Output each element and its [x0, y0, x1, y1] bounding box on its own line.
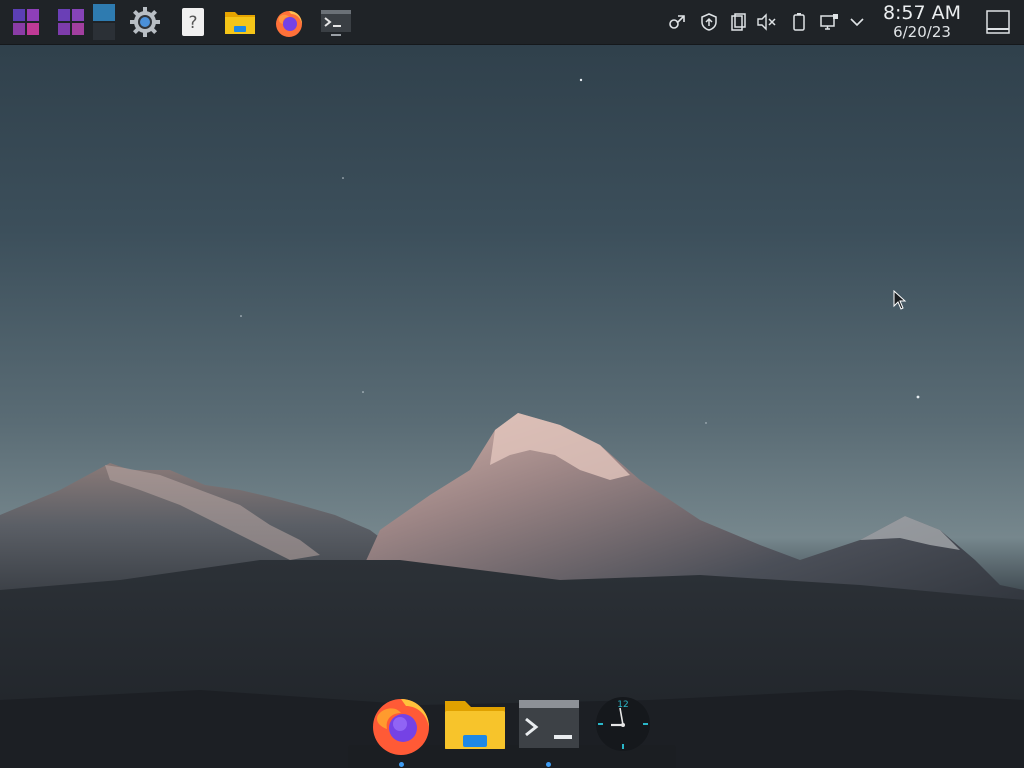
application-launcher-button[interactable] [8, 4, 44, 40]
file-manager-button[interactable] [222, 4, 258, 40]
desktop-wallpaper [0, 0, 1024, 768]
virtual-desktop-pager-icon [93, 4, 115, 40]
firefox-icon [373, 699, 429, 755]
dock-item-firefox[interactable] [369, 692, 433, 756]
show-desktop-button[interactable] [980, 4, 1016, 40]
terminal-button[interactable] [318, 4, 354, 40]
firefox-button[interactable] [271, 4, 307, 40]
update-notifier-icon [701, 13, 717, 31]
network-tray[interactable] [818, 11, 840, 33]
terminal-icon [321, 10, 351, 36]
clock-time: 8:57 AM [882, 2, 962, 24]
digital-clock[interactable]: 8:57 AM 6/20/23 [872, 2, 972, 42]
dock-running-indicator-firefox [399, 762, 404, 767]
virtual-desktop-pager[interactable] [88, 2, 120, 42]
volume-tray[interactable] [756, 11, 778, 33]
help-icon: ? [182, 8, 204, 36]
application-launcher-icon [13, 9, 39, 35]
battery-icon [793, 13, 805, 31]
analog-clock-icon: 12 [596, 697, 650, 751]
clipboard-tray[interactable] [727, 11, 749, 33]
dock-item-terminal[interactable] [517, 692, 581, 756]
show-desktop-icon [986, 10, 1010, 34]
svg-text:?: ? [188, 13, 197, 33]
clipboard-icon [731, 13, 746, 31]
application-dashboard-button[interactable] [53, 4, 89, 40]
clock-twelve-label: 12 [617, 700, 628, 710]
dock-item-analog-clock[interactable]: 12 [591, 692, 655, 756]
clock-date: 6/20/23 [893, 23, 951, 41]
mouse-cursor-icon [893, 290, 907, 310]
dock-running-indicator-terminal [546, 762, 551, 767]
update-notifier-tray[interactable] [698, 11, 720, 33]
volume-muted-icon [757, 13, 776, 31]
dock-item-file-manager[interactable] [443, 692, 507, 756]
system-settings-icon [130, 7, 160, 37]
tray-expand-chevron-icon [850, 18, 864, 27]
network-wired-icon [820, 14, 838, 30]
terminal-icon [519, 700, 579, 748]
mountain-landscape [0, 78, 1024, 768]
system-settings-button[interactable] [127, 4, 163, 40]
firefox-icon [276, 11, 302, 37]
tray-expand-button[interactable] [846, 11, 868, 33]
application-dashboard-icon [58, 9, 84, 35]
help-button[interactable]: ? [175, 4, 211, 40]
top-panel: ? 8:57 AM 6/20/23 [0, 0, 1024, 45]
battery-tray[interactable] [788, 11, 810, 33]
file-manager-icon [225, 12, 255, 34]
kde-connect-tray[interactable] [667, 11, 689, 33]
kde-connect-icon [669, 15, 685, 29]
file-manager-icon [445, 701, 505, 749]
